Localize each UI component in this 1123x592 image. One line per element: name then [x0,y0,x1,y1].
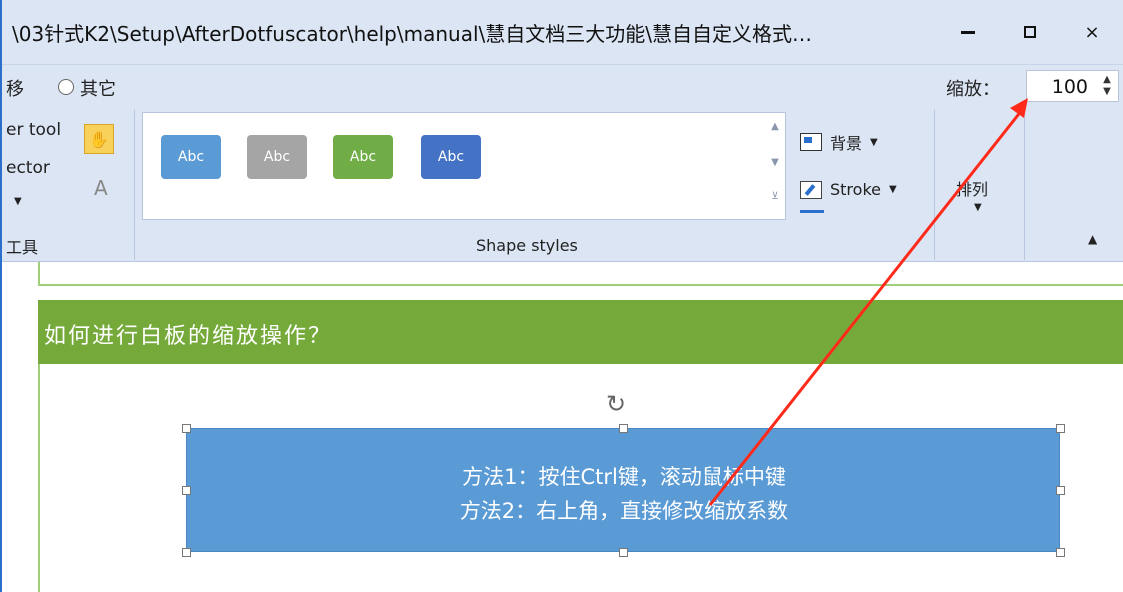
section-banner: 如何进行白板的缩放操作？ [38,300,1123,364]
shape-style-gallery: Abc Abc Abc Abc ▲ ▼ ⊻ [142,112,786,220]
section-heading: 如何进行白板的缩放操作？ [44,324,333,349]
minimize-icon [961,30,975,34]
gallery-expand-icon[interactable]: ⊻ [769,191,781,202]
zoom-label: 缩放： [946,79,1000,100]
resize-handle[interactable] [1056,424,1065,433]
close-button[interactable]: × [1070,14,1114,50]
connector-tool-label[interactable]: ector [6,158,50,178]
gallery-scroll-down-icon[interactable]: ▼ [769,157,781,168]
spin-down-icon[interactable]: ▼ [1100,86,1114,98]
resize-handle[interactable] [1056,486,1065,495]
spin-up-icon[interactable]: ▲ [1100,74,1114,86]
group-divider [134,110,135,260]
hand-icon[interactable]: ✋ [84,124,114,154]
card-border [38,364,40,592]
other-option-label[interactable]: 其它 [80,75,116,101]
resize-handle[interactable] [182,548,191,557]
title-bar: \03针式K2\Setup\AfterDotfuscator\help\manu… [2,0,1123,64]
window-title: \03针式K2\Setup\AfterDotfuscator\help\manu… [12,22,812,46]
close-icon: × [1084,21,1100,43]
resize-handle[interactable] [619,424,628,433]
move-option-label: 移 [6,79,24,100]
group-divider [934,110,935,260]
minimize-button[interactable] [946,14,990,50]
text-tool-icon[interactable]: A [94,176,108,200]
arrange-button[interactable]: 排列 [956,176,988,200]
background-label: 背景 [830,134,863,153]
maximize-icon [1024,26,1036,38]
previous-card-border [38,262,1123,286]
arrange-label: 排列 [956,180,989,199]
zoom-spinbox[interactable]: 100 ▲ ▼ [1026,70,1119,102]
maximize-button[interactable] [1008,14,1052,50]
resize-handle[interactable] [619,548,628,557]
shape-styles-group-label: Shape styles [476,236,578,255]
resize-handle[interactable] [1056,548,1065,557]
chevron-down-icon[interactable]: ▼ [14,196,22,207]
other-radio[interactable] [58,79,74,95]
resize-handle[interactable] [182,486,191,495]
background-icon [800,133,822,151]
options-bar: 移 其它 缩放： [2,64,1123,106]
style-swatch-blue[interactable]: Abc [161,135,221,179]
style-swatch-darkblue[interactable]: Abc [421,135,481,179]
shape-text-line-2: 方法2：右上角，直接修改缩放系数 [459,499,789,523]
chevron-down-icon: ▼ [870,136,878,148]
gallery-scroll-up-icon[interactable]: ▲ [769,121,781,132]
background-button[interactable]: 背景 ▼ [800,130,878,154]
tools-group-label: 工具 [6,238,39,257]
resize-handle[interactable] [182,424,191,433]
stroke-label: Stroke [830,180,881,199]
selected-shape[interactable]: 方法1：按住Ctrl键，滚动鼠标中键 方法2：右上角，直接修改缩放系数 [186,428,1060,552]
group-divider [1024,110,1025,260]
style-swatch-green[interactable]: Abc [333,135,393,179]
stroke-color-bar [800,210,824,213]
rotate-handle-icon[interactable]: ↻ [606,390,626,418]
pointer-tool-label[interactable]: er tool [6,120,61,140]
style-swatch-gray[interactable]: Abc [247,135,307,179]
chevron-down-icon: ▼ [888,184,897,195]
stroke-icon [800,180,822,199]
collapse-ribbon-icon[interactable]: ▲ [1088,232,1097,246]
zoom-value[interactable]: 100 [1052,76,1088,98]
stroke-button[interactable]: Stroke ▼ [800,180,897,199]
shape-text-line-1: 方法1：按住Ctrl键，滚动鼠标中键 [462,465,786,489]
app-window: \03针式K2\Setup\AfterDotfuscator\help\manu… [0,0,1123,592]
chevron-down-icon[interactable]: ▼ [974,202,982,213]
